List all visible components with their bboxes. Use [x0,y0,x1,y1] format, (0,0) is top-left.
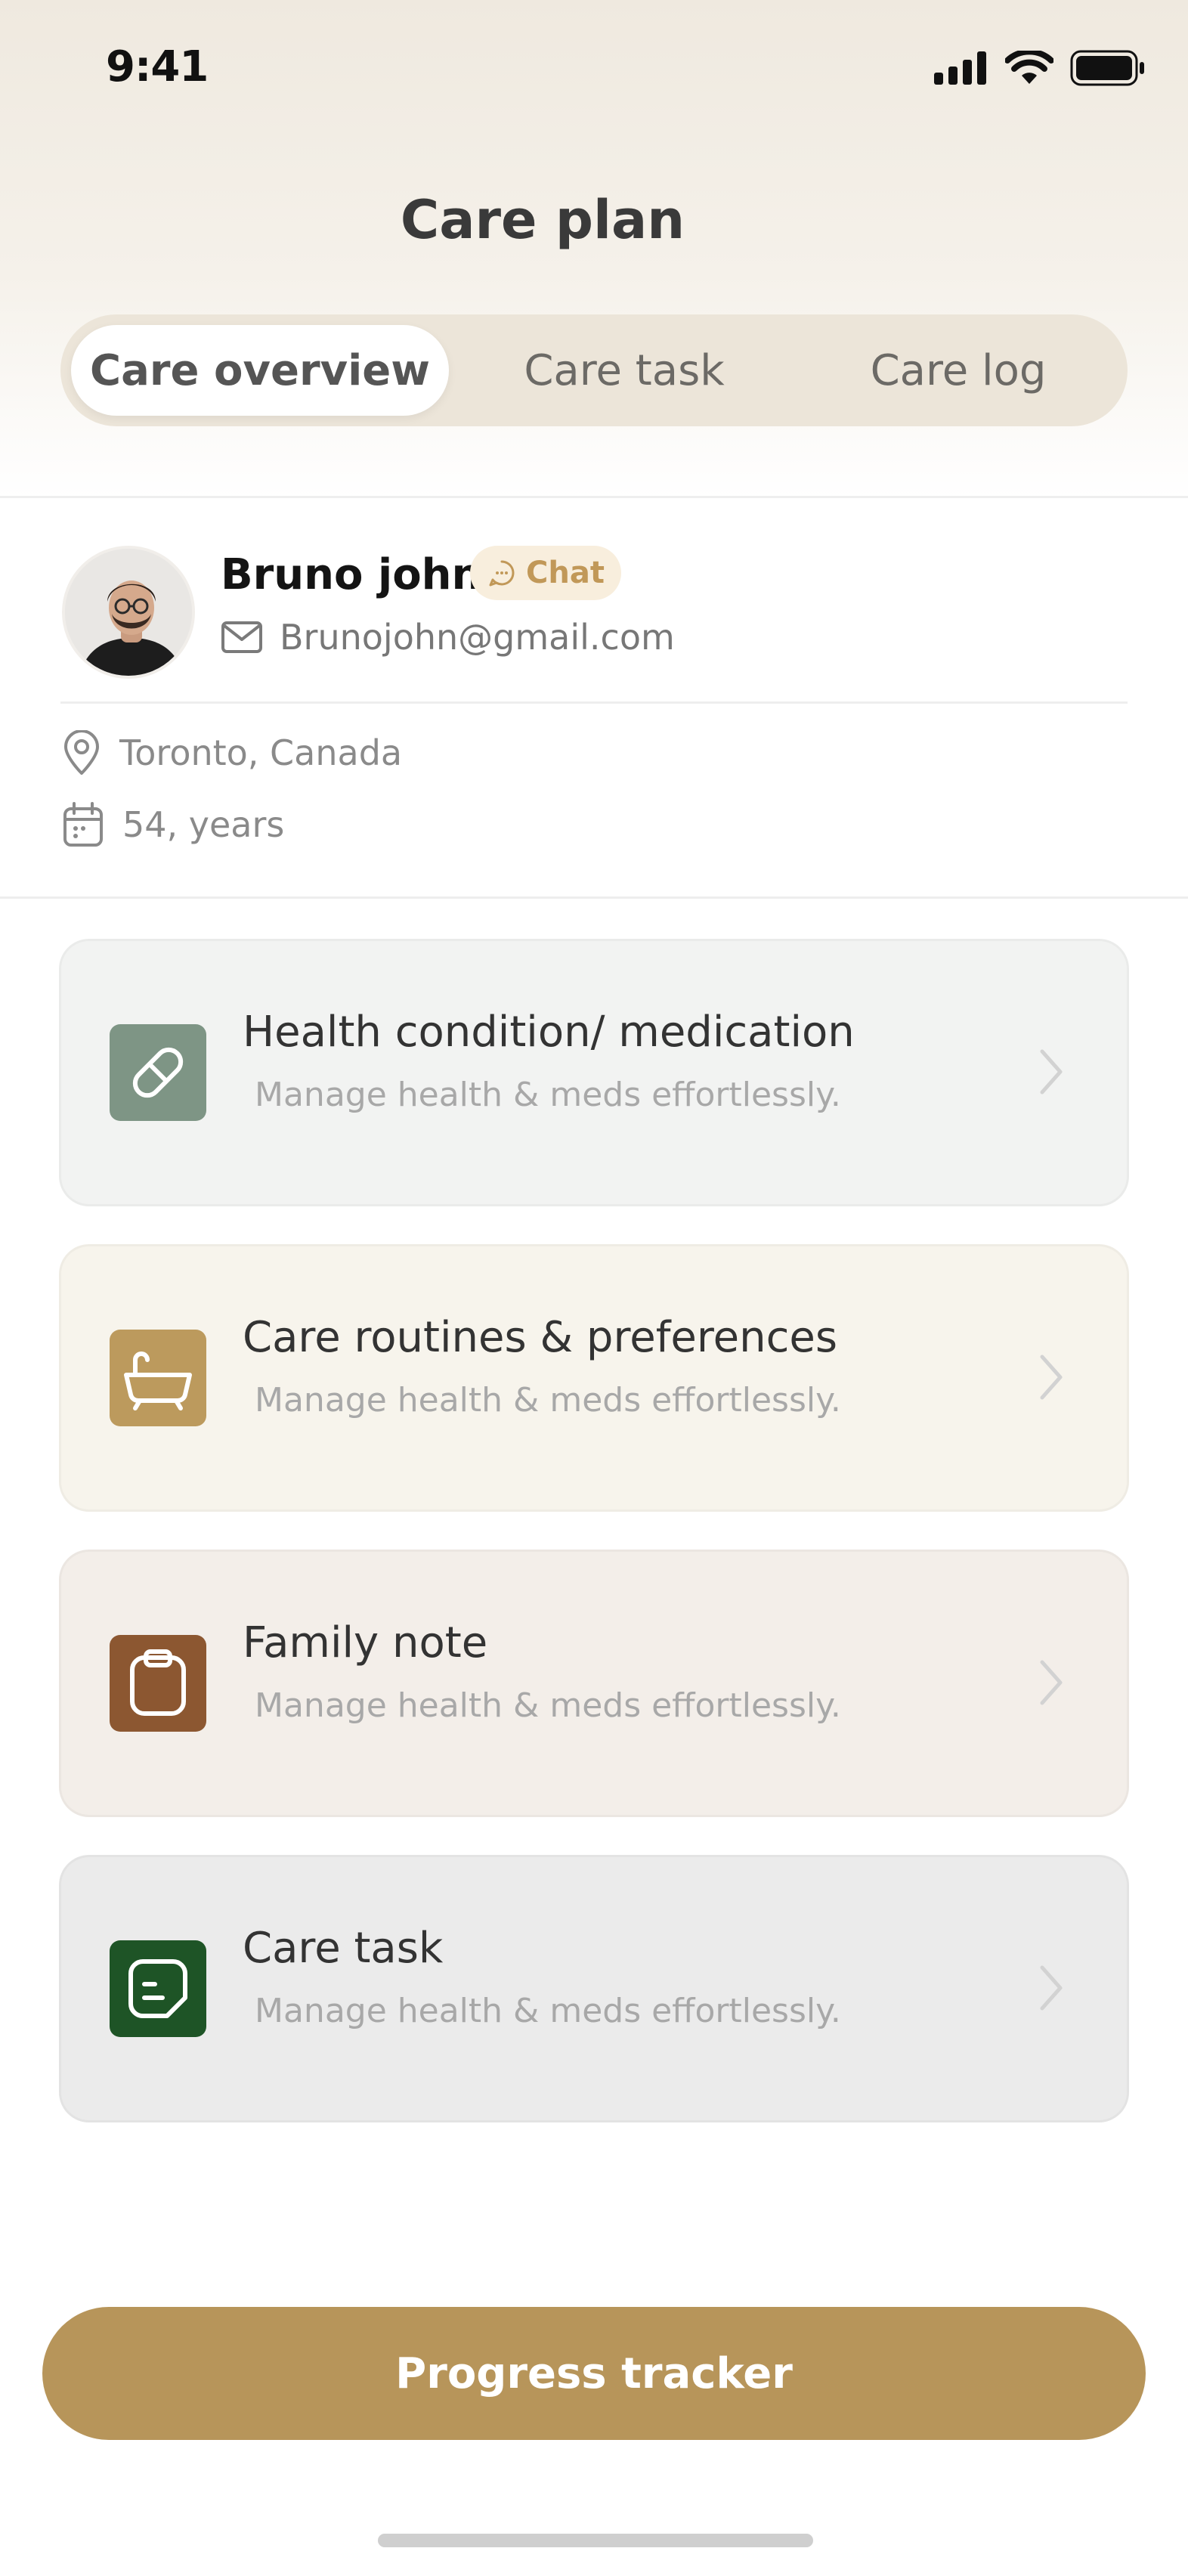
clipboard-icon [110,1635,206,1732]
care-plan-screen: 9:41 Care plan Care overview Care task C… [0,0,1188,2576]
battery-icon [1070,50,1144,86]
status-icons [934,50,1146,86]
chevron-right-icon [1040,1049,1063,1094]
avatar-portrait [65,549,192,676]
section-divider [0,896,1188,899]
card-care-task[interactable]: Care task Manage health & meds effortles… [59,1855,1129,2122]
pill-icon-tile [110,1024,206,1121]
chevron-right-icon [1040,1355,1063,1400]
email-row: Brunojohn@gmail.com [221,617,675,658]
chat-bubble-icon [489,560,515,587]
card-subtitle: Manage health & meds effortlessly. [255,1686,841,1725]
note-icon [110,1940,206,2037]
card-title: Care task [243,1924,444,1973]
profile-divider [60,701,1128,704]
tab-bar: Care overview Care task Care log [60,314,1128,426]
tab-care-log[interactable]: Care log [800,325,1117,416]
signal-icon [934,51,986,85]
chevron-right-icon [1040,1660,1063,1705]
note-icon-tile [110,1940,206,2037]
card-title: Care routines & preferences [243,1313,838,1362]
clipboard-icon-tile [110,1635,206,1732]
home-indicator [378,2534,813,2547]
avatar[interactable] [62,546,195,679]
mail-icon [221,621,262,653]
chat-button[interactable]: Chat [470,546,621,600]
age-row: 54, years [62,801,284,848]
card-care-routines[interactable]: Care routines & preferences Manage healt… [59,1244,1129,1512]
calendar-icon [63,802,103,847]
location-pin-icon [64,730,99,775]
tab-care-task[interactable]: Care task [449,325,800,416]
chevron-right-icon [1040,1965,1063,2011]
card-subtitle: Manage health & meds effortlessly. [255,1992,841,2030]
profile-age: 54, years [122,804,285,845]
progress-tracker-button[interactable]: Progress tracker [42,2307,1146,2440]
bathtub-icon [110,1330,206,1426]
wifi-icon [1005,51,1053,84]
profile-name: Bruno john [221,550,482,599]
card-title: Health condition/ medication [243,1008,855,1057]
status-time: 9:41 [106,42,209,91]
card-subtitle: Manage health & meds effortlessly. [255,1381,841,1420]
profile-email: Brunojohn@gmail.com [280,617,675,658]
tab-care-overview[interactable]: Care overview [71,325,449,416]
card-health-condition[interactable]: Health condition/ medication Manage heal… [59,939,1129,1206]
pill-icon [110,1024,206,1121]
profile-location: Toronto, Canada [119,732,403,773]
card-title: Family note [243,1618,488,1667]
bathtub-icon-tile [110,1330,206,1426]
header-divider [0,496,1188,498]
card-family-note[interactable]: Family note Manage health & meds effortl… [59,1550,1129,1817]
card-subtitle: Manage health & meds effortlessly. [255,1076,841,1114]
status-bar: 9:41 [0,0,1188,136]
page-title: Care plan [400,189,685,251]
chat-label: Chat [526,556,605,590]
location-row: Toronto, Canada [62,730,402,776]
